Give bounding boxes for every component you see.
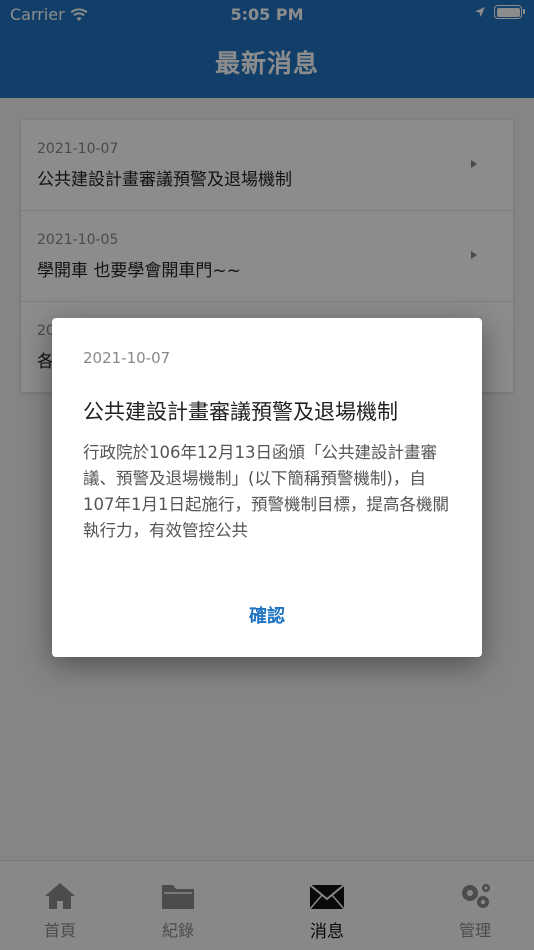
dialog-date: 2021-10-07 bbox=[83, 349, 171, 367]
confirm-button[interactable]: 確認 bbox=[52, 602, 482, 628]
dialog-title: 公共建設計畫審議預警及退場機制 bbox=[83, 400, 398, 424]
news-detail-dialog: 2021-10-07 公共建設計畫審議預警及退場機制 行政院於106年12月13… bbox=[52, 318, 482, 657]
dialog-body: 行政院於106年12月13日函頒「公共建設計畫審議、預警及退場機制」(以下簡稱預… bbox=[83, 443, 449, 540]
